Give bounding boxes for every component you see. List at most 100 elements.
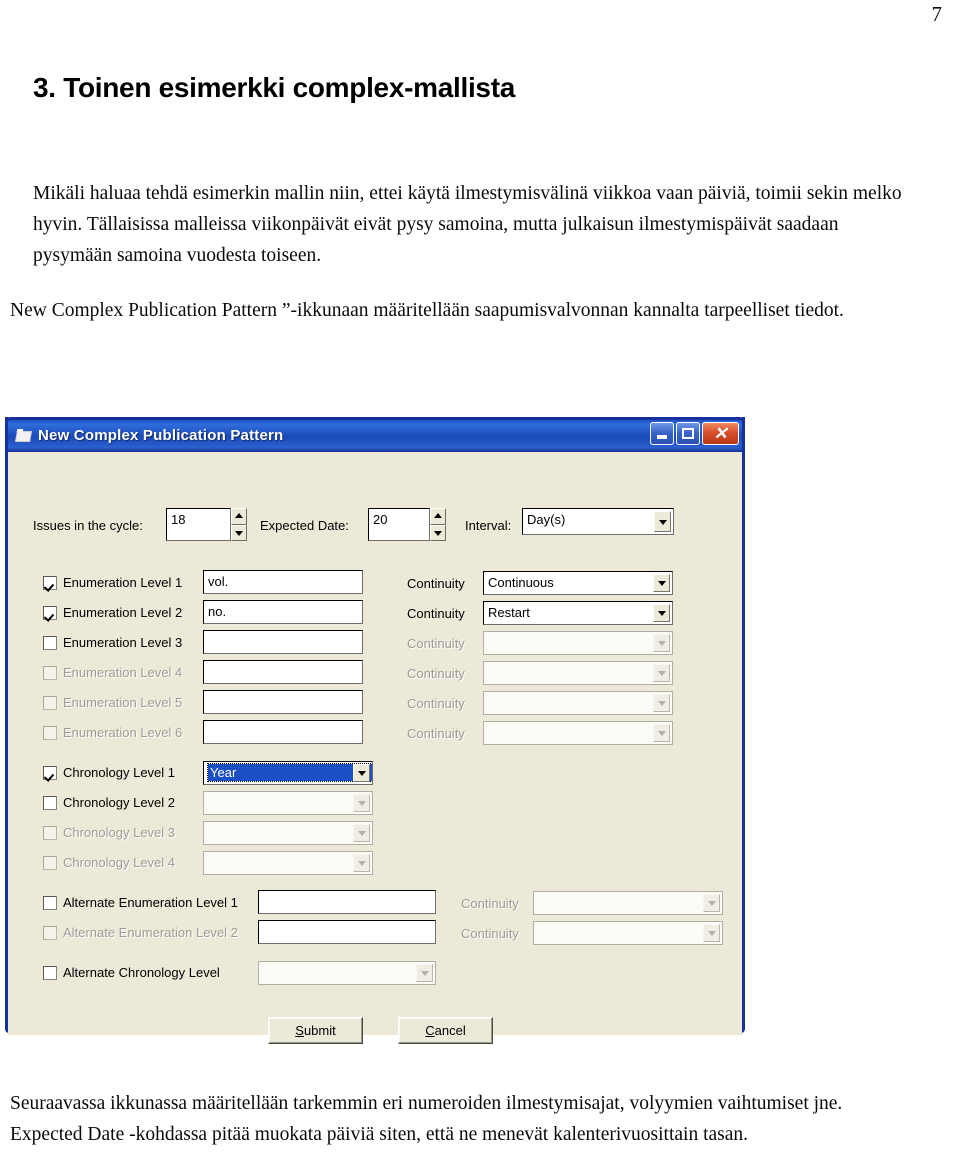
dialog-titlebar[interactable]: New Complex Publication Pattern ✕ xyxy=(5,417,745,452)
issues-in-cycle-input[interactable]: 18 xyxy=(166,508,231,541)
intro-paragraph: Mikäli haluaa tehdä esimerkin mallin nii… xyxy=(33,183,902,266)
chevron-down-icon xyxy=(353,824,370,842)
enumeration-level-3-checkbox[interactable] xyxy=(43,636,57,650)
enumeration-level-1-continuity-value: Continuous xyxy=(488,575,554,590)
chevron-down-icon[interactable] xyxy=(653,604,670,622)
enumeration-level-3-continuity-label: Continuity xyxy=(407,636,465,651)
chevron-down-icon[interactable] xyxy=(353,764,370,782)
maximize-button[interactable] xyxy=(676,422,700,445)
enumeration-level-6-label: Enumeration Level 6 xyxy=(63,725,183,740)
alternate-chronology-level-checkbox[interactable] xyxy=(43,966,57,980)
chronology-level-4-select xyxy=(203,851,373,875)
stepper-up-icon[interactable] xyxy=(231,508,247,525)
interval-select[interactable]: Day(s) xyxy=(522,508,674,535)
interval-select-value: Day(s) xyxy=(527,512,566,527)
enumeration-level-1-continuity-select[interactable]: Continuous xyxy=(483,571,673,595)
issues-in-cycle-label: Issues in the cycle: xyxy=(33,518,143,533)
enumeration-level-2-checkbox[interactable] xyxy=(43,606,57,620)
enumeration-level-5-checkbox xyxy=(43,696,57,710)
chevron-down-icon xyxy=(653,664,670,682)
chronology-level-2-checkbox[interactable] xyxy=(43,796,57,810)
enumeration-level-5-input xyxy=(203,690,363,714)
chronology-level-4-label: Chronology Level 4 xyxy=(63,855,176,870)
enumeration-level-1-continuity-label: Continuity xyxy=(407,576,465,591)
interval-label: Interval: xyxy=(465,518,512,533)
alternate-chronology-level-select[interactable] xyxy=(258,961,436,985)
alternate-enumeration-level-1-continuity-select xyxy=(533,891,723,915)
alternate-enumeration-level-2-continuity-label: Continuity xyxy=(461,926,519,941)
window-icon xyxy=(15,428,32,443)
submit-button-accel: S xyxy=(295,1023,304,1038)
maximize-icon xyxy=(682,428,694,439)
minimize-button[interactable] xyxy=(650,422,674,445)
close-button[interactable]: ✕ xyxy=(702,422,739,445)
enumeration-level-6-checkbox xyxy=(43,726,57,740)
enumeration-level-5-continuity-select xyxy=(483,691,673,715)
enumeration-level-6-continuity-label: Continuity xyxy=(407,726,465,741)
chevron-down-icon xyxy=(353,854,370,872)
stepper-up-icon[interactable] xyxy=(430,508,446,525)
stepper-down-icon[interactable] xyxy=(231,524,247,541)
enumeration-level-2-input[interactable]: no. xyxy=(203,600,363,624)
enumeration-level-2-label: Enumeration Level 2 xyxy=(63,605,183,620)
dialog-description-paragraph: New Complex Publication Pattern ”-ikkuna… xyxy=(10,300,844,321)
new-complex-publication-pattern-dialog: New Complex Publication Pattern ✕ Issues… xyxy=(5,417,745,1044)
chronology-level-2-label: Chronology Level 2 xyxy=(63,795,176,810)
chevron-down-icon xyxy=(653,634,670,652)
enumeration-level-5-continuity-label: Continuity xyxy=(407,696,465,711)
chevron-down-icon[interactable] xyxy=(653,574,670,592)
enumeration-level-1-checkbox[interactable] xyxy=(43,576,57,590)
closing-paragraph: Seuraavassa ikkunassa määritellään tarke… xyxy=(10,1093,843,1145)
cancel-button-label: ancel xyxy=(434,1023,466,1038)
enumeration-level-3-continuity-select xyxy=(483,631,673,655)
chronology-level-2-select[interactable] xyxy=(203,791,373,815)
chronology-level-1-select[interactable]: Year xyxy=(203,761,373,785)
enumeration-level-1-label: Enumeration Level 1 xyxy=(63,575,183,590)
close-icon: ✕ xyxy=(713,424,728,443)
enumeration-level-6-continuity-select xyxy=(483,721,673,745)
expected-date-input[interactable]: 20 xyxy=(368,508,430,541)
alternate-enumeration-level-1-continuity-label: Continuity xyxy=(461,896,519,911)
alternate-enumeration-level-2-continuity-select xyxy=(533,921,723,945)
chronology-level-1-checkbox[interactable] xyxy=(43,766,57,780)
enumeration-level-4-continuity-label: Continuity xyxy=(407,666,465,681)
chevron-down-icon xyxy=(653,694,670,712)
alternate-chronology-level-label: Alternate Chronology Level xyxy=(63,965,220,980)
enumeration-level-4-checkbox xyxy=(43,666,57,680)
window-controls: ✕ xyxy=(650,422,739,445)
chronology-level-1-label: Chronology Level 1 xyxy=(63,765,176,780)
alternate-enumeration-level-1-input[interactable] xyxy=(258,890,436,914)
enumeration-level-4-continuity-select xyxy=(483,661,673,685)
chevron-down-icon xyxy=(703,924,720,942)
chevron-down-icon xyxy=(653,724,670,742)
chevron-down-icon[interactable] xyxy=(654,511,671,532)
enumeration-level-5-label: Enumeration Level 5 xyxy=(63,695,183,710)
stepper-down-icon[interactable] xyxy=(430,524,446,541)
chronology-level-3-label: Chronology Level 3 xyxy=(63,825,176,840)
submit-button-label: ubmit xyxy=(303,1023,336,1038)
alternate-enumeration-level-2-checkbox xyxy=(43,926,57,940)
enumeration-level-4-label: Enumeration Level 4 xyxy=(63,665,183,680)
enumeration-level-2-continuity-label: Continuity xyxy=(407,606,465,621)
enumeration-level-3-input[interactable] xyxy=(203,630,363,654)
enumeration-level-2-continuity-value: Restart xyxy=(488,605,530,620)
cancel-button[interactable]: Cancel xyxy=(398,1017,493,1044)
chronology-level-3-select xyxy=(203,821,373,845)
issues-in-cycle-stepper[interactable] xyxy=(231,508,247,541)
chevron-down-icon[interactable] xyxy=(416,964,433,982)
enumeration-level-2-continuity-select[interactable]: Restart xyxy=(483,601,673,625)
enumeration-level-6-input xyxy=(203,720,363,744)
chevron-down-icon[interactable] xyxy=(353,794,370,812)
enumeration-level-1-input[interactable]: vol. xyxy=(203,570,363,594)
alternate-enumeration-level-2-label: Alternate Enumeration Level 2 xyxy=(63,925,238,940)
dialog-title: New Complex Publication Pattern xyxy=(38,427,284,444)
dialog-client-area: Issues in the cycle: 18 Expected Date: 2… xyxy=(8,452,742,1044)
chronology-level-1-value: Year xyxy=(207,763,372,782)
chronology-level-4-checkbox xyxy=(43,856,57,870)
alternate-enumeration-level-1-checkbox[interactable] xyxy=(43,896,57,910)
expected-date-stepper[interactable] xyxy=(430,508,446,541)
page-title: 3. Toinen esimerkki complex-mallista xyxy=(33,72,515,103)
submit-button[interactable]: Submit xyxy=(268,1017,363,1044)
minimize-icon xyxy=(657,435,667,439)
chronology-level-3-checkbox xyxy=(43,826,57,840)
